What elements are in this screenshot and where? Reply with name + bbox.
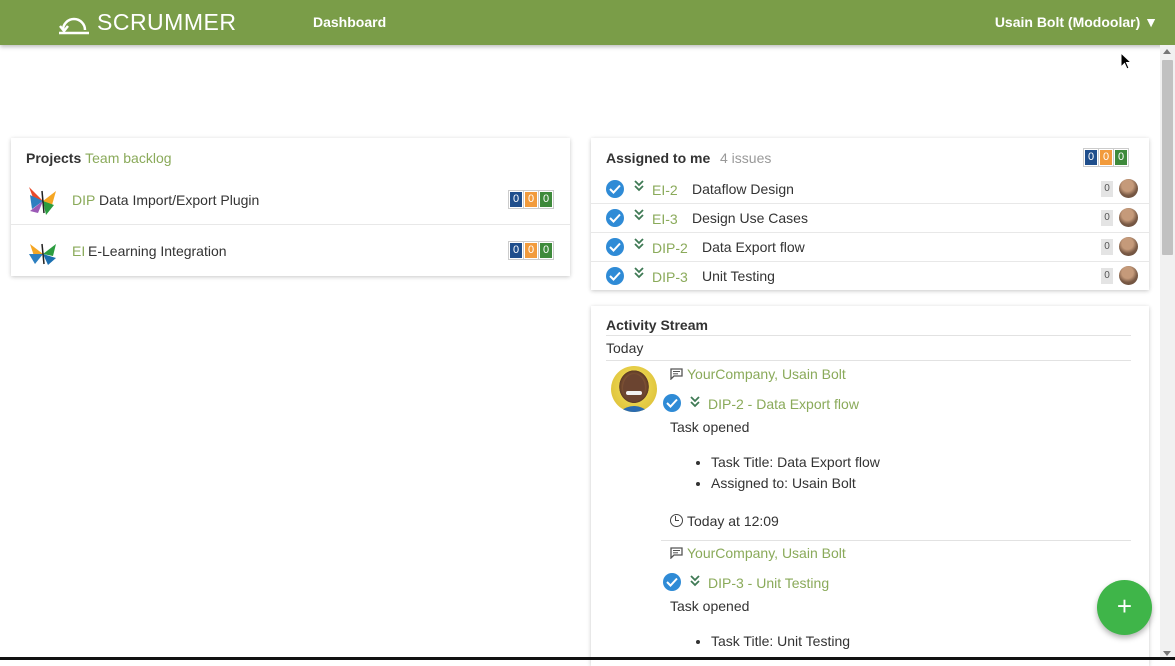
issue-key[interactable]: DIP-3 [652,269,688,285]
assignee-avatar[interactable] [1119,266,1138,285]
count-inprogress-badge: 0 [523,241,539,260]
activity-stream-card: Activity Stream Today YourCompany, Usain… [591,306,1149,666]
project-row-ei[interactable]: EI E-Learning Integration 0 0 0 [11,226,570,276]
issues-count: 4 issues [720,150,772,166]
priority-chevrons-down-icon [690,575,700,587]
priority-chevrons-down-icon [634,238,644,250]
top-navbar: SCRUMMER Dashboard Usain Bolt (Modoolar)… [0,0,1175,45]
issue-key[interactable]: DIP-2 [652,240,688,256]
project-status-counts: 0 0 0 [508,241,554,260]
project-name[interactable]: E-Learning Integration [88,243,227,259]
activity-detail-item: Assigned to: Usain Bolt [711,475,880,491]
mouse-cursor-icon [1120,52,1132,70]
issue-title[interactable]: Unit Testing [702,268,775,284]
issue-key[interactable]: EI-3 [652,211,678,227]
task-type-check-icon [606,209,624,227]
priority-chevrons-down-icon [634,180,644,192]
count-done-badge: 0 [538,190,554,209]
issue-comment-count: 0 [1101,210,1113,226]
brand-name: SCRUMMER [97,8,237,35]
user-menu-dropdown[interactable]: Usain Bolt (Modoolar) ▼ [995,14,1158,30]
count-todo-badge: 0 [1083,148,1099,167]
activity-company-link[interactable]: YourCompany, Usain Bolt [687,366,846,382]
assigned-status-counts: 0 0 0 [1083,148,1129,167]
scroll-thumb[interactable] [1162,60,1173,255]
issue-row[interactable]: EI-3 Design Use Cases 0 [591,204,1149,233]
project-butterfly-logo-icon [29,187,56,215]
nav-dashboard-link[interactable]: Dashboard [313,14,386,30]
issue-comment-count: 0 [1101,181,1113,197]
projects-card-title: Projects Team backlog [26,150,172,166]
assigned-title: Assigned to me [606,150,711,166]
activity-detail-item: Task Title: Data Export flow [711,454,880,470]
divider [606,335,1131,336]
issue-comment-count: 0 [1101,239,1113,255]
count-todo-badge: 0 [508,190,524,209]
activity-details-list: Task Title: Data Export flow Assigned to… [711,454,880,496]
activity-action-text: Task opened [670,598,750,614]
project-key[interactable]: EI [72,243,85,259]
issue-title[interactable]: Data Export flow [702,239,805,255]
count-done-badge: 0 [538,241,554,260]
priority-chevrons-down-icon [634,267,644,279]
assigned-to-me-card: Assigned to me 4 issues 0 0 0 EI-2 Dataf… [591,138,1149,290]
issue-title[interactable]: Design Use Cases [692,210,808,226]
add-fab-button[interactable]: + [1097,580,1152,635]
assignee-avatar[interactable] [1119,208,1138,227]
projects-card: Projects Team backlog DIP Data Import/Ex… [11,138,570,276]
divider [606,360,1131,361]
task-type-check-icon [606,180,624,198]
project-key[interactable]: DIP [72,192,95,208]
task-type-check-icon [606,238,624,256]
count-inprogress-badge: 0 [1098,148,1114,167]
clock-icon [670,514,683,527]
issue-row[interactable]: DIP-3 Unit Testing 0 [591,262,1149,291]
activity-timestamp: Today at 12:09 [687,513,779,529]
activity-issue-link[interactable]: DIP-3 - Unit Testing [708,575,829,591]
team-backlog-link[interactable]: Team backlog [85,150,171,166]
issue-comment-count: 0 [1101,268,1113,284]
activity-action-text: Task opened [670,419,750,435]
task-type-check-icon [663,394,681,412]
projects-title: Projects [26,150,82,166]
count-todo-badge: 0 [508,241,524,260]
issue-key[interactable]: EI-2 [652,182,678,198]
task-type-check-icon [663,573,681,591]
issue-row[interactable]: EI-2 Dataflow Design 0 [591,175,1149,204]
activity-detail-item: Task Title: Unit Testing [711,633,850,649]
assignee-avatar[interactable] [1119,237,1138,256]
priority-chevrons-down-icon [634,209,644,221]
comment-icon [670,368,683,380]
comment-icon [670,547,683,559]
project-butterfly-logo-icon [29,243,56,265]
project-status-counts: 0 0 0 [508,190,554,209]
brand-logo[interactable]: SCRUMMER [57,7,236,37]
assignee-avatar[interactable] [1119,179,1138,198]
issue-row[interactable]: DIP-2 Data Export flow 0 [591,233,1149,262]
count-done-badge: 0 [1113,148,1129,167]
task-type-check-icon [606,267,624,285]
user-avatar[interactable] [611,366,657,412]
activity-stream-title: Activity Stream [606,317,708,333]
issue-title[interactable]: Dataflow Design [692,181,794,197]
activity-issue-link[interactable]: DIP-2 - Data Export flow [708,396,859,412]
project-row-dip[interactable]: DIP Data Import/Export Plugin 0 0 0 [11,175,570,225]
page-scrollbar[interactable] [1160,45,1175,660]
scrummer-logo-icon [59,17,89,35]
divider [661,540,1131,541]
count-inprogress-badge: 0 [523,190,539,209]
scroll-down-arrow-icon[interactable] [1163,651,1171,656]
project-name[interactable]: Data Import/Export Plugin [99,192,259,208]
activity-details-list: Task Title: Unit Testing [711,633,850,654]
activity-company-link[interactable]: YourCompany, Usain Bolt [687,545,846,561]
priority-chevrons-down-icon [690,396,700,408]
activity-day-label: Today [606,340,644,356]
scroll-up-arrow-icon[interactable] [1163,49,1171,54]
